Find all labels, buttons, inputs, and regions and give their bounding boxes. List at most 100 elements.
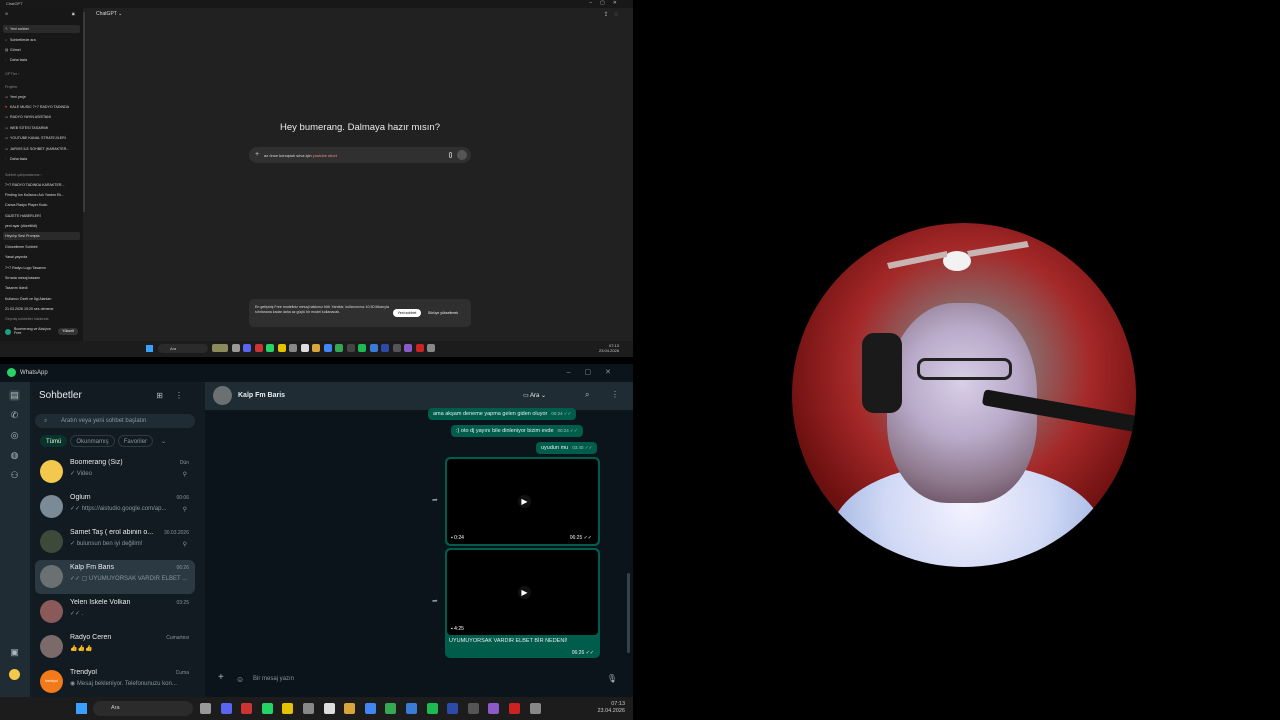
forward-icon[interactable]: ➦	[432, 597, 438, 605]
chat-list-item[interactable]: Yelen Iskele Volkan 03:25 ✓✓ .	[35, 595, 195, 629]
search-icon[interactable]: ⌕	[585, 390, 589, 400]
taskbar-clock[interactable]: 07:13 23.04.2026	[597, 701, 625, 715]
sidebar-item-more[interactable]: · Daha fazla	[5, 56, 79, 64]
app-icon[interactable]	[488, 703, 500, 714]
chrome-icon[interactable]	[364, 703, 376, 714]
windows-start-icon[interactable]	[146, 345, 153, 352]
window-controls[interactable]: –▢✕	[589, 0, 625, 6]
taskbar-clock[interactable]: 07:13 23.04.2026	[599, 343, 619, 353]
chatgpt-icon[interactable]	[300, 344, 309, 352]
whatsapp-icon[interactable]	[261, 703, 273, 714]
recent-chat-item[interactable]: Kullanıcı Özeti ve İlgi Alanları	[5, 295, 79, 303]
recent-chat-item[interactable]: Tasarım İstedi	[5, 284, 79, 292]
archive-icon[interactable]: ▣	[9, 647, 20, 658]
taskbar-search[interactable]: Ara	[158, 344, 208, 353]
settings-icon[interactable]	[427, 344, 435, 352]
message-bubble[interactable]: uyudun mu 03:40 ✓✓	[536, 442, 598, 454]
chatgpt-icon[interactable]	[323, 703, 335, 714]
search-input[interactable]: ⌕ Aratın veya yeni sohbet başlatın	[35, 414, 195, 428]
play-icon[interactable]: ▶	[518, 495, 531, 508]
upgrade-button[interactable]: Yükselt	[58, 328, 78, 335]
spotify-icon[interactable]	[358, 344, 366, 352]
call-button[interactable]: ▭ Ara ⌄	[523, 390, 563, 402]
conversation-header[interactable]: Kalp Fm Baris ▭ Ara ⌄ ⌕ ⋮	[205, 382, 633, 410]
app-icon[interactable]	[467, 703, 479, 714]
model-selector[interactable]: ChatGPT ⌄	[96, 11, 122, 17]
video-message[interactable]: ▶ ▪ 0:24 06:25 ✓✓	[445, 457, 600, 546]
recent-chat-item[interactable]: 7+7 RADYO TADINDA KARAKTER...	[5, 181, 79, 189]
notice-new-chat-button[interactable]: Yeni sohbet	[393, 309, 421, 317]
app-icon[interactable]	[415, 344, 424, 352]
user-profile[interactable]: Boomerang ve Aksiyon Free Yükselt	[0, 324, 83, 341]
recent-header[interactable]: Sohbet çalışmalarınız ›	[5, 171, 79, 179]
app-icon[interactable]	[405, 703, 417, 714]
share-icon[interactable]: ⇪	[603, 12, 614, 18]
widget-icon[interactable]	[212, 344, 228, 352]
recent-chat-item[interactable]: Finding Ion Kullanıcı Adı Yardım Ek...	[5, 191, 79, 199]
toggle-sidebar-icon[interactable]: ▣	[72, 10, 75, 18]
notes-icon[interactable]	[277, 344, 286, 352]
project-item[interactable]: ▭ JARVIS İLE SOHBET (KARAKTER...	[5, 145, 79, 153]
new-chat-icon[interactable]: ⊞	[156, 391, 175, 400]
notice-upgrade-button[interactable]: Sürüye yükseltmek	[425, 309, 461, 317]
app-icon[interactable]	[254, 344, 263, 352]
plus-icon[interactable]: +	[255, 151, 259, 158]
whatsapp-icon[interactable]	[266, 344, 274, 352]
chat-list-item[interactable]: Boomerang (Siz) Dün ✓ Video ⚲	[35, 455, 195, 489]
attach-icon[interactable]: +	[218, 672, 224, 683]
recent-chat-item[interactable]: 7+7 Radyo Logo Tasarımı	[5, 264, 79, 272]
prompt-text[interactable]: az önce konuştuk sılva için youtube shor…	[264, 153, 337, 158]
contact-name[interactable]: Kalp Fm Baris	[238, 392, 285, 399]
emoji-icon[interactable]: ☺	[236, 675, 244, 684]
app-icon[interactable]	[302, 703, 314, 714]
app-icon[interactable]	[447, 703, 459, 714]
sidebar-item-search[interactable]: ⌕ Sohbetlerde ara	[5, 36, 79, 44]
app-icon[interactable]	[289, 344, 297, 352]
video-message[interactable]: ▶ ▪ 4:25 UYUMUYORSAK VARDIR ELBET BİR NE…	[445, 548, 600, 658]
chrome-icon[interactable]	[335, 344, 343, 352]
mic-icon[interactable]: 🎙	[607, 674, 617, 683]
folder-icon[interactable]	[344, 703, 356, 714]
taskbar-search[interactable]: Ara	[93, 701, 193, 716]
taskview-icon[interactable]	[231, 344, 240, 352]
avatar[interactable]	[213, 386, 232, 405]
project-item[interactable]: · Daha fazla	[5, 155, 79, 163]
windows-start-icon[interactable]	[76, 703, 87, 714]
sidebar-item-images[interactable]: ▧ Görsel	[5, 46, 79, 54]
project-item[interactable]: ♥ KALE MUSIC 7+7 RADYO TADINDA	[5, 103, 79, 111]
app-icon[interactable]	[392, 344, 401, 352]
project-item[interactable]: ▭ RADYO YAYIN ASİSTANI	[5, 113, 79, 121]
status-icon[interactable]: ◎	[9, 430, 20, 441]
recent-chat-item[interactable]: GAZETE HABERLERİ	[5, 212, 79, 220]
app-icon[interactable]	[346, 344, 355, 352]
app-icon[interactable]	[241, 703, 253, 714]
message-input[interactable]: Bir mesaj yazın	[253, 676, 294, 682]
recent-chat-item[interactable]: yeni ayar (düzeltildi)	[5, 222, 79, 230]
prompt-input[interactable]: + az önce konuştuk sılva için youtube sh…	[249, 147, 471, 163]
video-thumbnail[interactable]: ▶ ▪ 0:24 06:25 ✓✓	[447, 459, 598, 544]
gpts-header[interactable]: GPT'ler ›	[5, 70, 79, 78]
folder-icon[interactable]	[312, 344, 320, 352]
app-icon[interactable]	[508, 703, 520, 714]
chats-icon[interactable]: ▤	[9, 390, 20, 401]
menu-icon[interactable]: ⋮	[611, 390, 619, 399]
recent-chat-item[interactable]: Geçmiş sohbetler hakkında	[5, 315, 79, 323]
spotify-icon[interactable]	[426, 703, 438, 714]
chrome-icon[interactable]	[385, 703, 397, 714]
app-icon[interactable]	[381, 344, 389, 352]
teams-icon[interactable]	[220, 703, 232, 714]
taskview-icon[interactable]	[200, 703, 211, 714]
filter-favorites[interactable]: Favoriler	[117, 435, 154, 447]
message-bubble[interactable]: :) oto dj yayını bile dinleniyor bizim e…	[451, 425, 583, 437]
chat-list-item[interactable]: Kalp Fm Baris 06:26 ✓✓ ▢ UYUMUYORSAK VARDI…	[35, 560, 195, 594]
filter-more[interactable]: ⌄	[156, 436, 171, 448]
mic-icon[interactable]	[449, 152, 452, 158]
communities-icon[interactable]: ⚇	[9, 470, 20, 481]
sidebar-item-new-chat[interactable]: ✎ Yeni sohbet	[3, 25, 80, 33]
new-chat-icon[interactable]: ◌	[614, 12, 624, 18]
forward-icon[interactable]: ➦	[432, 496, 438, 504]
chatgpt-logo-icon[interactable]: ⚙	[5, 10, 10, 18]
recent-chat-item[interactable]: Güncelleme Sohbeti	[5, 243, 79, 251]
channels-icon[interactable]: ◍	[9, 450, 20, 461]
project-item[interactable]: ▭ YOUTUBE KANAL STRATEJİLERİ	[5, 134, 79, 142]
